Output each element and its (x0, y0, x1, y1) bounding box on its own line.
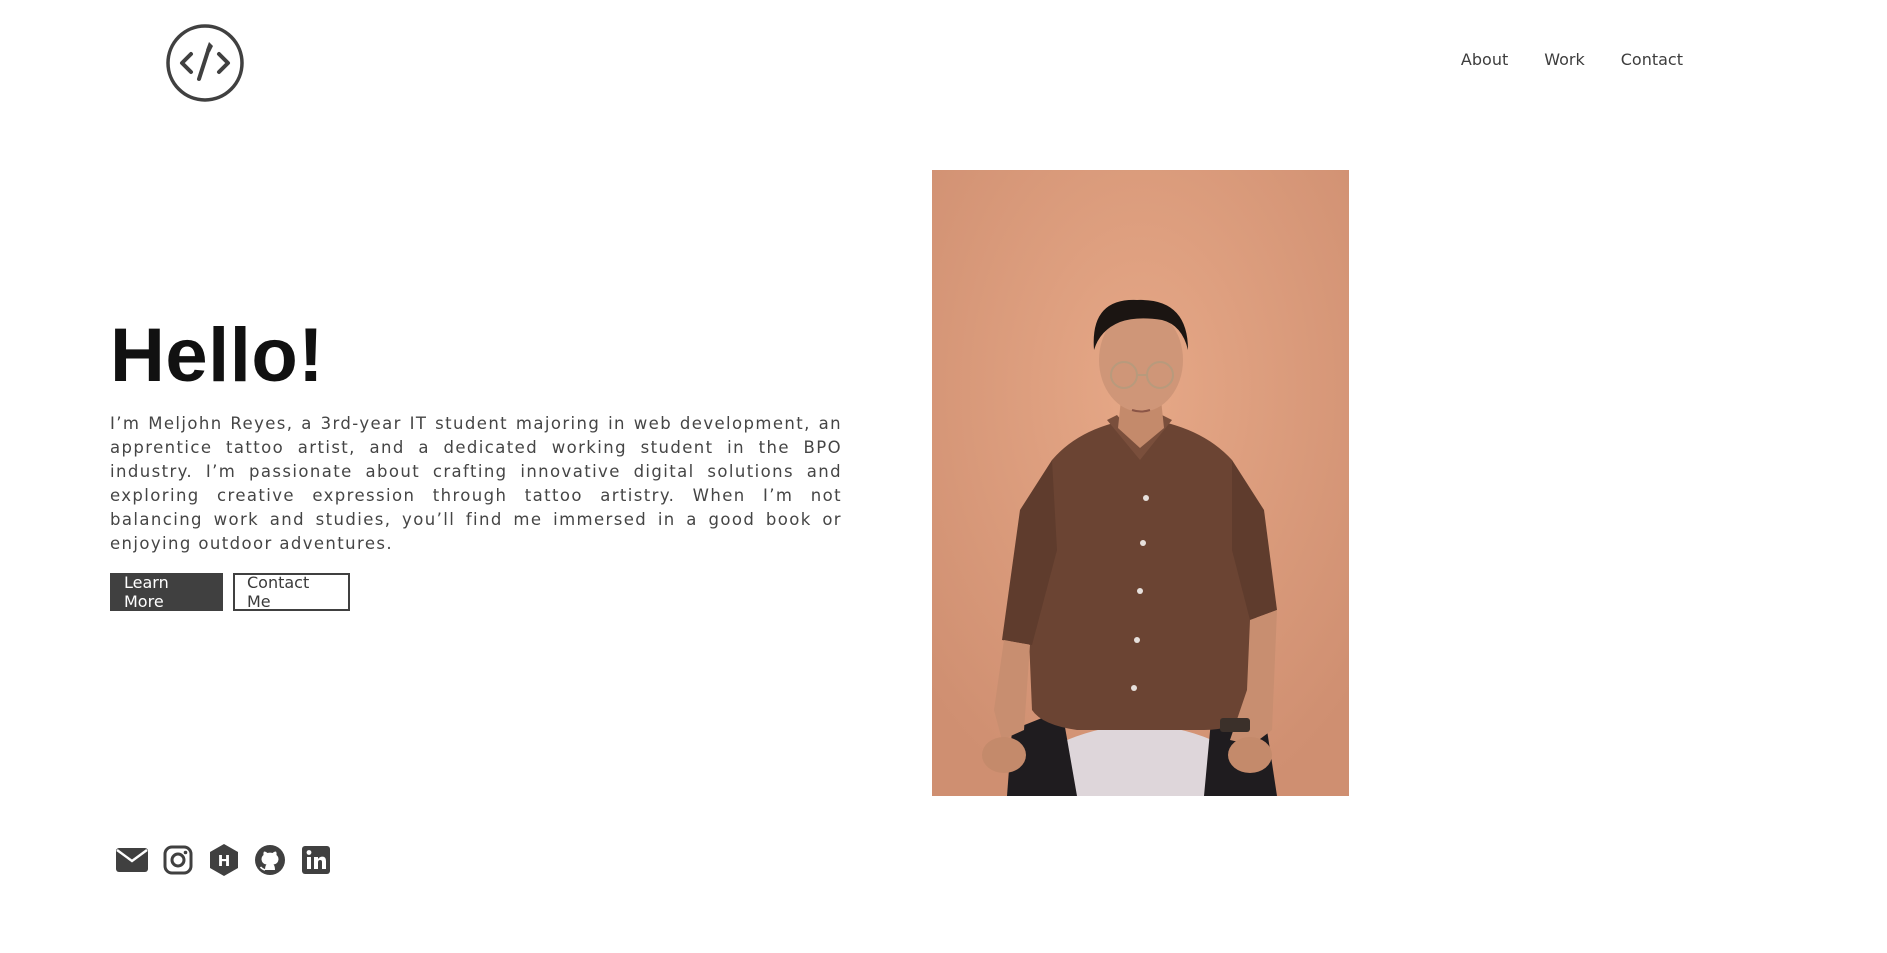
hashnode-icon[interactable]: H (207, 843, 241, 877)
person-portrait-illustration (932, 170, 1349, 796)
hero-buttons: Learn More Contact Me (110, 573, 842, 611)
nav-work[interactable]: Work (1544, 50, 1585, 69)
profile-photo (932, 170, 1349, 796)
nav-contact[interactable]: Contact (1621, 50, 1683, 69)
hero-section: Hello! I’m Meljohn Reyes, a 3rd-year IT … (110, 310, 842, 611)
site-logo[interactable] (166, 24, 244, 102)
contact-me-button[interactable]: Contact Me (233, 573, 350, 611)
learn-more-button[interactable]: Learn More (110, 573, 223, 611)
svg-text:H: H (218, 852, 231, 870)
instagram-icon[interactable] (161, 843, 195, 877)
linkedin-icon[interactable] (299, 843, 333, 877)
github-icon[interactable] (253, 843, 287, 877)
code-brush-logo-icon (166, 24, 244, 102)
page: About Work Contact Hello! I’m Meljohn Re… (0, 0, 1887, 953)
hero-title: Hello! (110, 313, 325, 398)
email-icon[interactable] (115, 843, 149, 877)
social-links: H (115, 843, 333, 877)
main-nav: About Work Contact (1461, 50, 1683, 69)
hero-description: I’m Meljohn Reyes, a 3rd-year IT student… (110, 414, 842, 553)
nav-about[interactable]: About (1461, 50, 1508, 69)
